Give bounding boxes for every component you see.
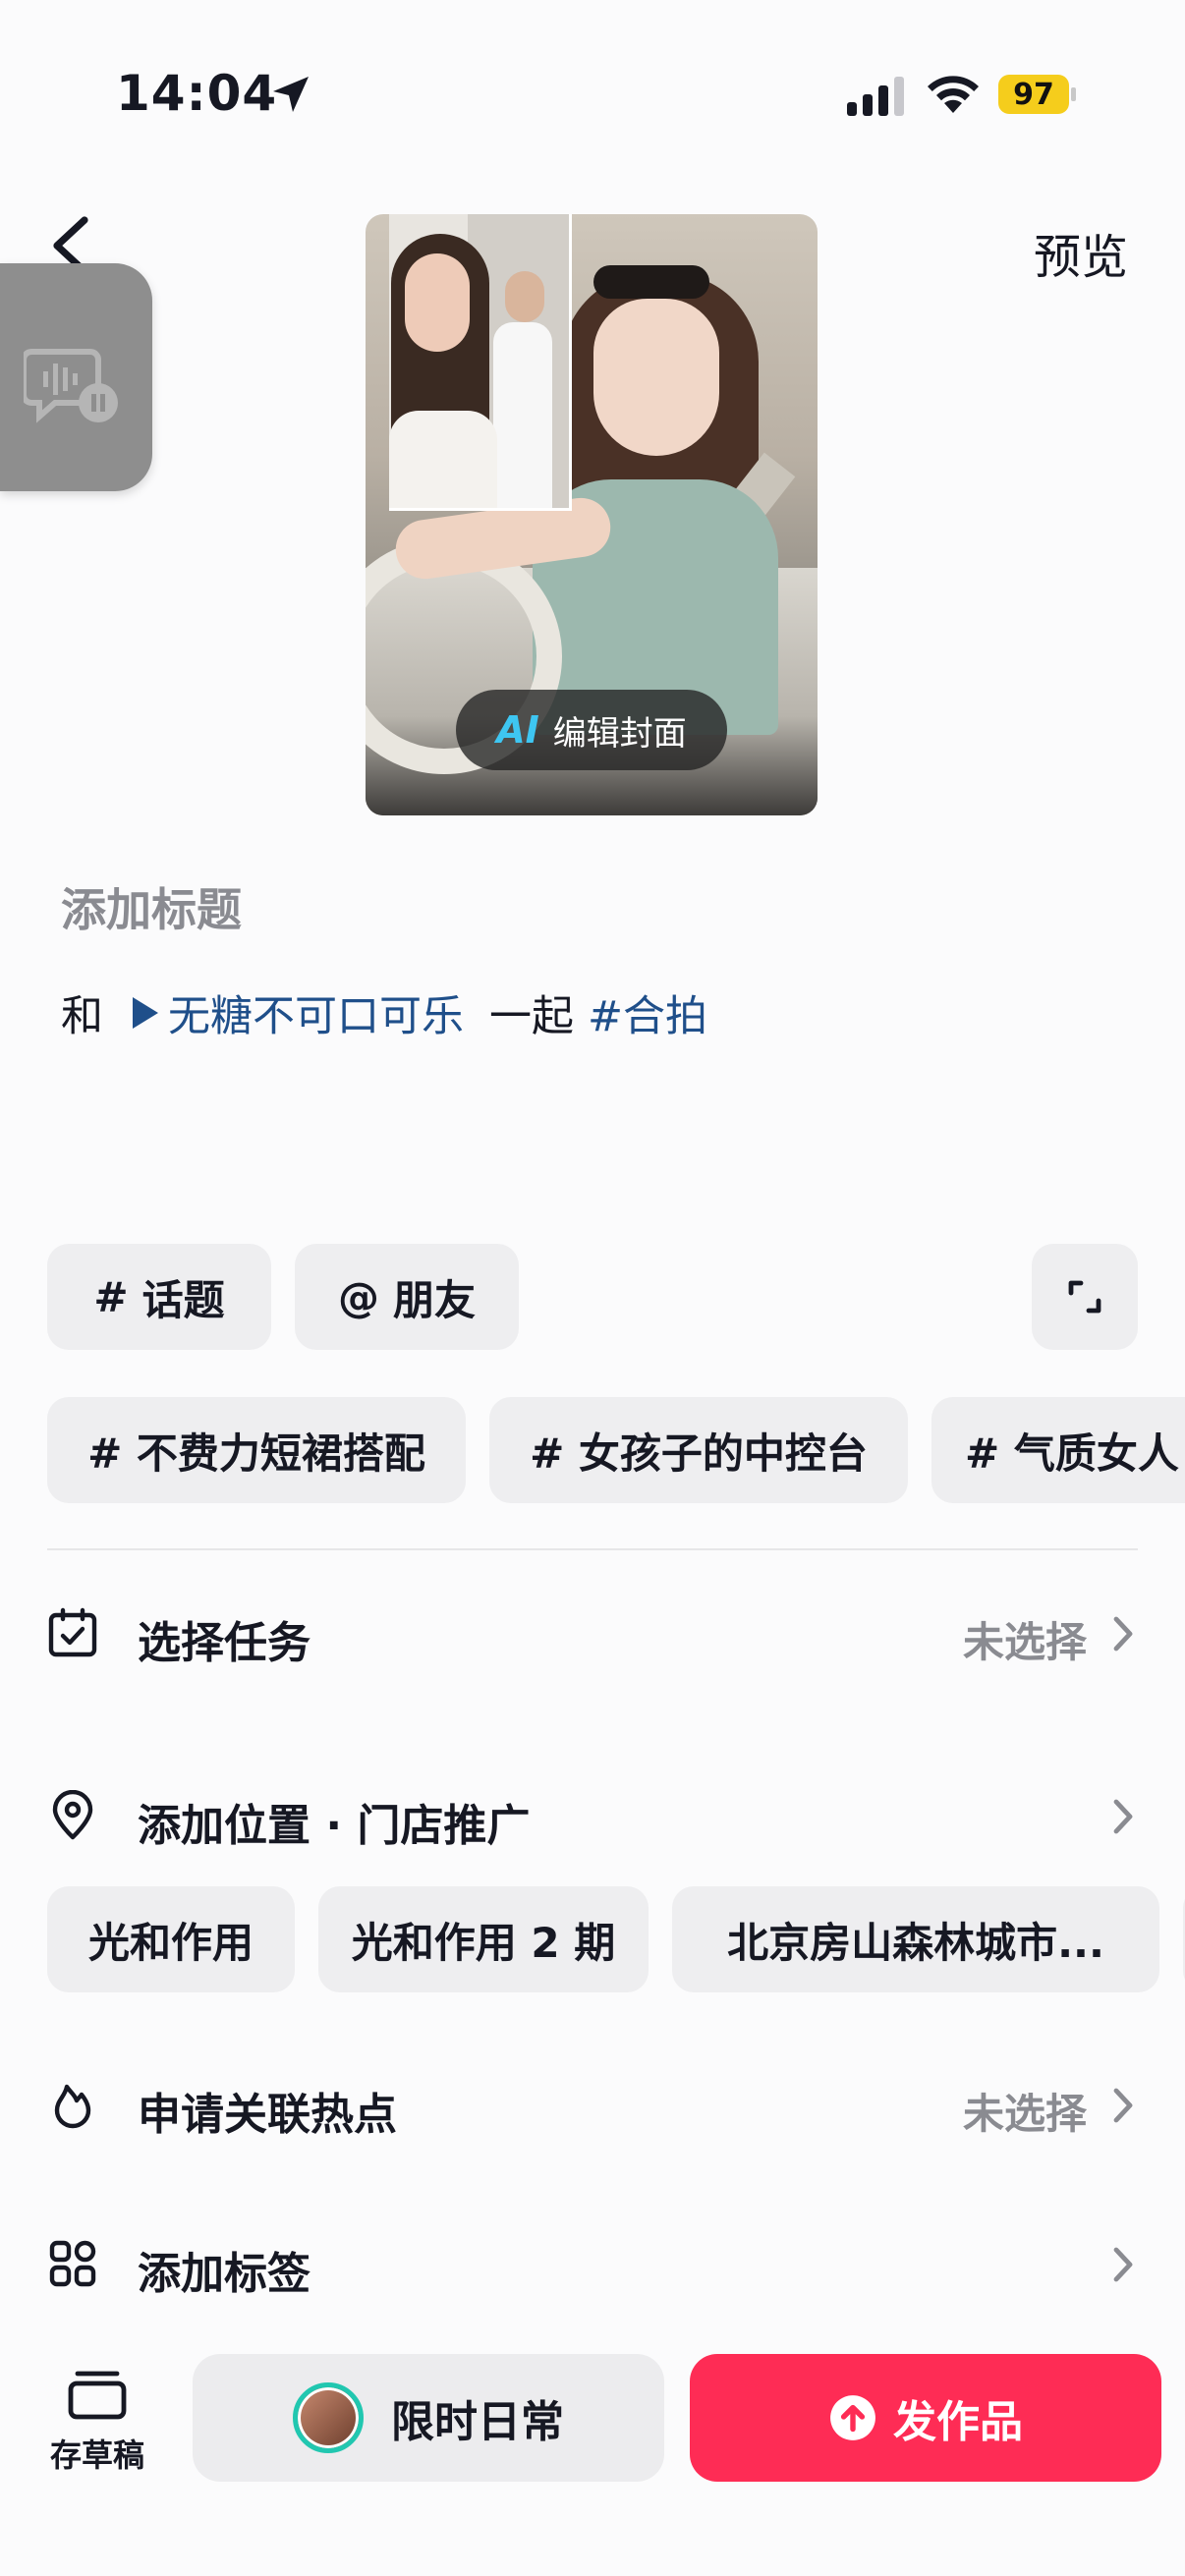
sound-link[interactable]: 无糖不可口可乐	[168, 982, 464, 1043]
suggested-topic-chip[interactable]: # 气质女人	[931, 1397, 1185, 1503]
bottom-action-bar: 存草稿 限时日常 发作品	[0, 2338, 1185, 2576]
add-location-row[interactable]: 添加位置 · 门店推广	[47, 1766, 1138, 1865]
play-icon	[133, 997, 158, 1029]
mention-friend-button[interactable]: @ 朋友	[295, 1244, 519, 1350]
avatar	[293, 2382, 364, 2453]
caption-prefix: 和	[61, 992, 103, 1041]
chevron-right-icon	[1113, 1616, 1133, 1652]
ai-edit-cover-button[interactable]: AI 编辑封面	[456, 690, 727, 770]
add-tags-label: 添加标签	[138, 2249, 310, 2299]
link-hotspot-label: 申请关联热点	[138, 2090, 397, 2140]
link-hotspot-row[interactable]: 申请关联热点 未选择	[47, 2055, 1138, 2154]
status-bar: 14:04 97	[0, 0, 1185, 187]
upload-arrow-icon	[830, 2395, 875, 2440]
duet-inset-video	[389, 214, 572, 511]
preview-button[interactable]: 预览	[1034, 218, 1128, 287]
limited-daily-label: 限时日常	[391, 2397, 564, 2447]
voice-message-paused-icon	[24, 349, 118, 423]
select-task-value: 未选择	[962, 1618, 1087, 1666]
location-suggestions-scroller[interactable]: 光和作用 光和作用 2 期 北京房山森林城市...	[0, 1886, 1185, 1994]
select-task-label: 选择任务	[138, 1618, 310, 1668]
battery-icon: 97	[998, 75, 1076, 114]
divider	[47, 1548, 1138, 1550]
suggested-topic-chip[interactable]: # 不费力短裙搭配	[47, 1397, 466, 1503]
drafts-box-icon	[68, 2371, 127, 2420]
chevron-right-icon	[1113, 2247, 1133, 2282]
hashtag-link[interactable]: #合拍	[588, 982, 707, 1043]
edit-cover-label: 编辑封面	[552, 713, 687, 754]
select-task-row[interactable]: 选择任务 未选择	[47, 1584, 1138, 1682]
add-location-label: 添加位置 · 门店推广	[138, 1801, 531, 1851]
hashtag-icon: #	[93, 1272, 129, 1321]
caption-middle: 一起	[489, 992, 574, 1041]
video-cover-thumbnail[interactable]: AI 编辑封面	[366, 214, 818, 815]
status-time: 14:04	[116, 65, 278, 122]
voice-assistant-floating-widget[interactable]	[0, 263, 152, 491]
friend-label: 朋友	[392, 1275, 476, 1324]
wifi-icon	[928, 76, 979, 113]
location-arrow-icon	[273, 77, 309, 112]
publish-label: 发作品	[893, 2397, 1023, 2447]
apps-grid-icon	[49, 2240, 96, 2287]
location-chip[interactable]: 光和作用 2 期	[318, 1886, 649, 1992]
flame-icon	[54, 2084, 91, 2129]
title-input[interactable]: 添加标题	[61, 874, 242, 939]
topic-label: 话题	[141, 1275, 225, 1324]
link-hotspot-value: 未选择	[962, 2090, 1087, 2138]
add-tags-row[interactable]: 添加标签	[47, 2214, 1138, 2313]
publish-button[interactable]: 发作品	[690, 2354, 1161, 2482]
ai-icon: AI	[496, 708, 539, 752]
save-draft-label: 存草稿	[49, 2436, 144, 2474]
save-draft-button[interactable]: 存草稿	[43, 2368, 151, 2505]
suggested-topic-chip[interactable]: # 女孩子的中控台	[489, 1397, 908, 1503]
location-chip[interactable]: 北京房山森林城市...	[672, 1886, 1159, 1992]
caption-text[interactable]: 和 无糖不可口可乐 一起 #合拍	[61, 982, 707, 1043]
cellular-signal-icon	[847, 77, 904, 116]
at-icon: @	[337, 1272, 379, 1321]
chevron-right-icon	[1113, 2088, 1133, 2123]
location-chip[interactable]: 光和作用	[47, 1886, 295, 1992]
topic-button[interactable]: # 话题	[47, 1244, 271, 1350]
location-pin-icon	[52, 1790, 93, 1840]
expand-icon	[1068, 1280, 1101, 1314]
limited-daily-button[interactable]: 限时日常	[193, 2354, 664, 2482]
chevron-right-icon	[1113, 1799, 1133, 1834]
expand-editor-button[interactable]	[1032, 1244, 1138, 1350]
calendar-check-icon	[48, 1607, 97, 1657]
battery-level: 97	[1013, 78, 1054, 112]
suggested-topics-scroller[interactable]: # 不费力短裙搭配 # 女孩子的中控台 # 气质女人	[0, 1397, 1185, 1505]
